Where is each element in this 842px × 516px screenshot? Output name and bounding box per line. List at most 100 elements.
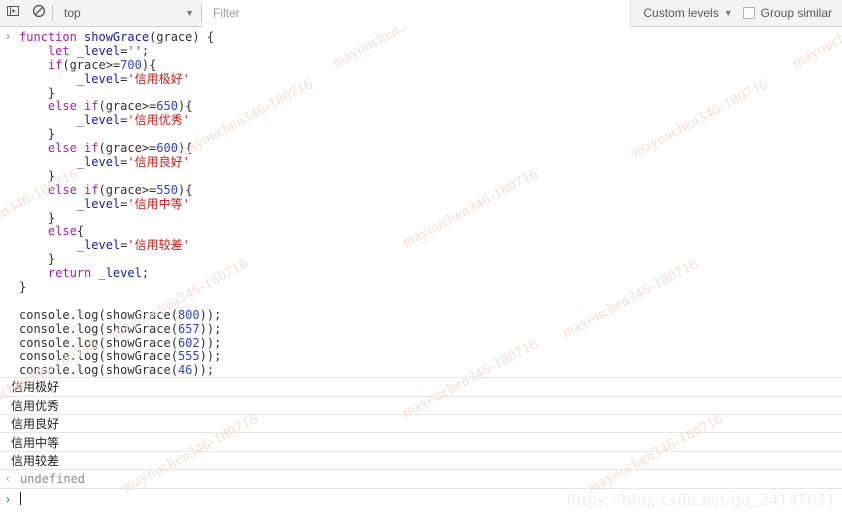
result-value: undefined [20, 471, 86, 486]
code-line: } [0, 168, 842, 184]
code-line: } [0, 127, 842, 142]
code-line: function showGrace(grace) { [0, 30, 842, 45]
prompt-arrow-icon: › [6, 491, 10, 506]
return-arrow-icon: ‹ [6, 472, 10, 485]
chevron-down-icon: ▼ [723, 7, 733, 18]
code-line [0, 295, 842, 309]
code-token: )); [199, 321, 222, 336]
execution-context-selector[interactable]: top ▼ [53, 0, 201, 26]
code-token: _level [76, 155, 121, 170]
code-line: _level='信用优秀' [0, 113, 842, 128]
code-token: ){ [177, 182, 193, 197]
code-token: if [47, 57, 63, 72]
code-line: console.log(showGrace(800)); [0, 307, 842, 323]
code-token: '信用中等' [127, 196, 190, 211]
code-token: ; [141, 266, 150, 281]
console-output-row: 信用优秀 [0, 395, 842, 416]
code-token: (grace>= [62, 57, 121, 72]
console-output-text: 信用中等 [11, 435, 60, 450]
log-levels-label: Custom levels [643, 6, 719, 20]
code-token: else [47, 224, 77, 239]
code-token: console.log(showGrace( [19, 321, 178, 336]
code-token: 602 [177, 335, 200, 350]
console-output-text: 信用较差 [11, 454, 60, 469]
code-token: else if [47, 182, 99, 197]
clear-console-icon [32, 4, 46, 23]
panel-toggle-button[interactable] [0, 0, 26, 26]
code-line: if(grace>=700){ [0, 57, 842, 73]
console-output-list: 信用极好 信用优秀 信用良好 信用中等 信用较差 [0, 377, 842, 471]
code-line: console.log(showGrace(46)); [0, 363, 842, 378]
code-token: { [76, 224, 85, 239]
code-token: 550 [156, 182, 178, 197]
code-line: console.log(showGrace(602)); [0, 335, 842, 351]
code-token: } [19, 252, 56, 267]
code-token: _level [76, 238, 121, 253]
group-similar-checkbox[interactable] [742, 7, 755, 19]
console-output-row: 信用极好 [0, 377, 842, 397]
code-token: else if [47, 141, 99, 156]
code-token: showGrace [84, 30, 150, 44]
code-token: } [19, 127, 56, 142]
group-similar-label: Group similar [760, 6, 832, 20]
code-token: _level [98, 266, 142, 281]
code-token: )); [199, 335, 222, 350]
execution-context-value: top [64, 6, 81, 20]
code-line: } [0, 86, 842, 101]
code-token: 46 [177, 363, 193, 378]
code-token: (grace) { [149, 30, 215, 44]
code-token: 700 [120, 57, 142, 72]
console-panel: mayouchen346-180716 mayouchen346-180716 ma… [0, 27, 842, 516]
chevron-down-icon: ▼ [185, 7, 194, 18]
console-prompt-row[interactable]: › [0, 489, 842, 509]
code-token: )); [192, 363, 215, 378]
console-result-row: ‹ undefined [0, 469, 842, 489]
code-token: )); [199, 307, 222, 322]
code-token: } [19, 210, 56, 225]
code-token: console.log(showGrace( [19, 349, 178, 364]
code-token: } [19, 168, 56, 183]
code-token: 657 [177, 321, 200, 336]
code-line: return _level; [0, 266, 842, 281]
code-line: _level='信用中等' [0, 196, 842, 212]
code-token: 555 [177, 349, 200, 364]
code-line: } [0, 210, 842, 226]
code-token: function [19, 30, 85, 44]
code-line: let _level=''; [0, 43, 842, 59]
console-toolbar: top ▼ Custom levels ▼ Group similar [0, 0, 842, 27]
log-levels-dropdown[interactable]: Custom levels ▼ [631, 0, 742, 26]
code-token: console.log(showGrace( [19, 335, 178, 350]
code-token: '信用极好' [127, 71, 190, 86]
clear-console-button[interactable] [26, 0, 52, 26]
code-token: '信用优秀' [127, 113, 190, 128]
group-similar-control[interactable]: Group similar [742, 6, 842, 20]
code-token: _level [76, 43, 121, 58]
console-output-text: 信用极好 [11, 380, 60, 395]
code-token: return [47, 266, 99, 281]
code-token: '信用较差' [127, 238, 190, 253]
filter-field-wrapper[interactable] [202, 0, 632, 27]
code-token: (grace>= [98, 182, 157, 197]
code-token: ){ [141, 57, 157, 72]
code-token: _level [76, 196, 121, 211]
console-input-echo: function showGrace(grace) { let _level='… [0, 27, 842, 378]
code-token: ; [141, 43, 150, 58]
filter-input[interactable] [213, 6, 631, 20]
code-token: let [47, 43, 77, 58]
code-line: else if(grace>=550){ [0, 182, 842, 198]
code-token: ){ [177, 99, 193, 114]
panel-toggle-icon [6, 4, 20, 23]
console-output-text: 信用优秀 [11, 398, 60, 413]
